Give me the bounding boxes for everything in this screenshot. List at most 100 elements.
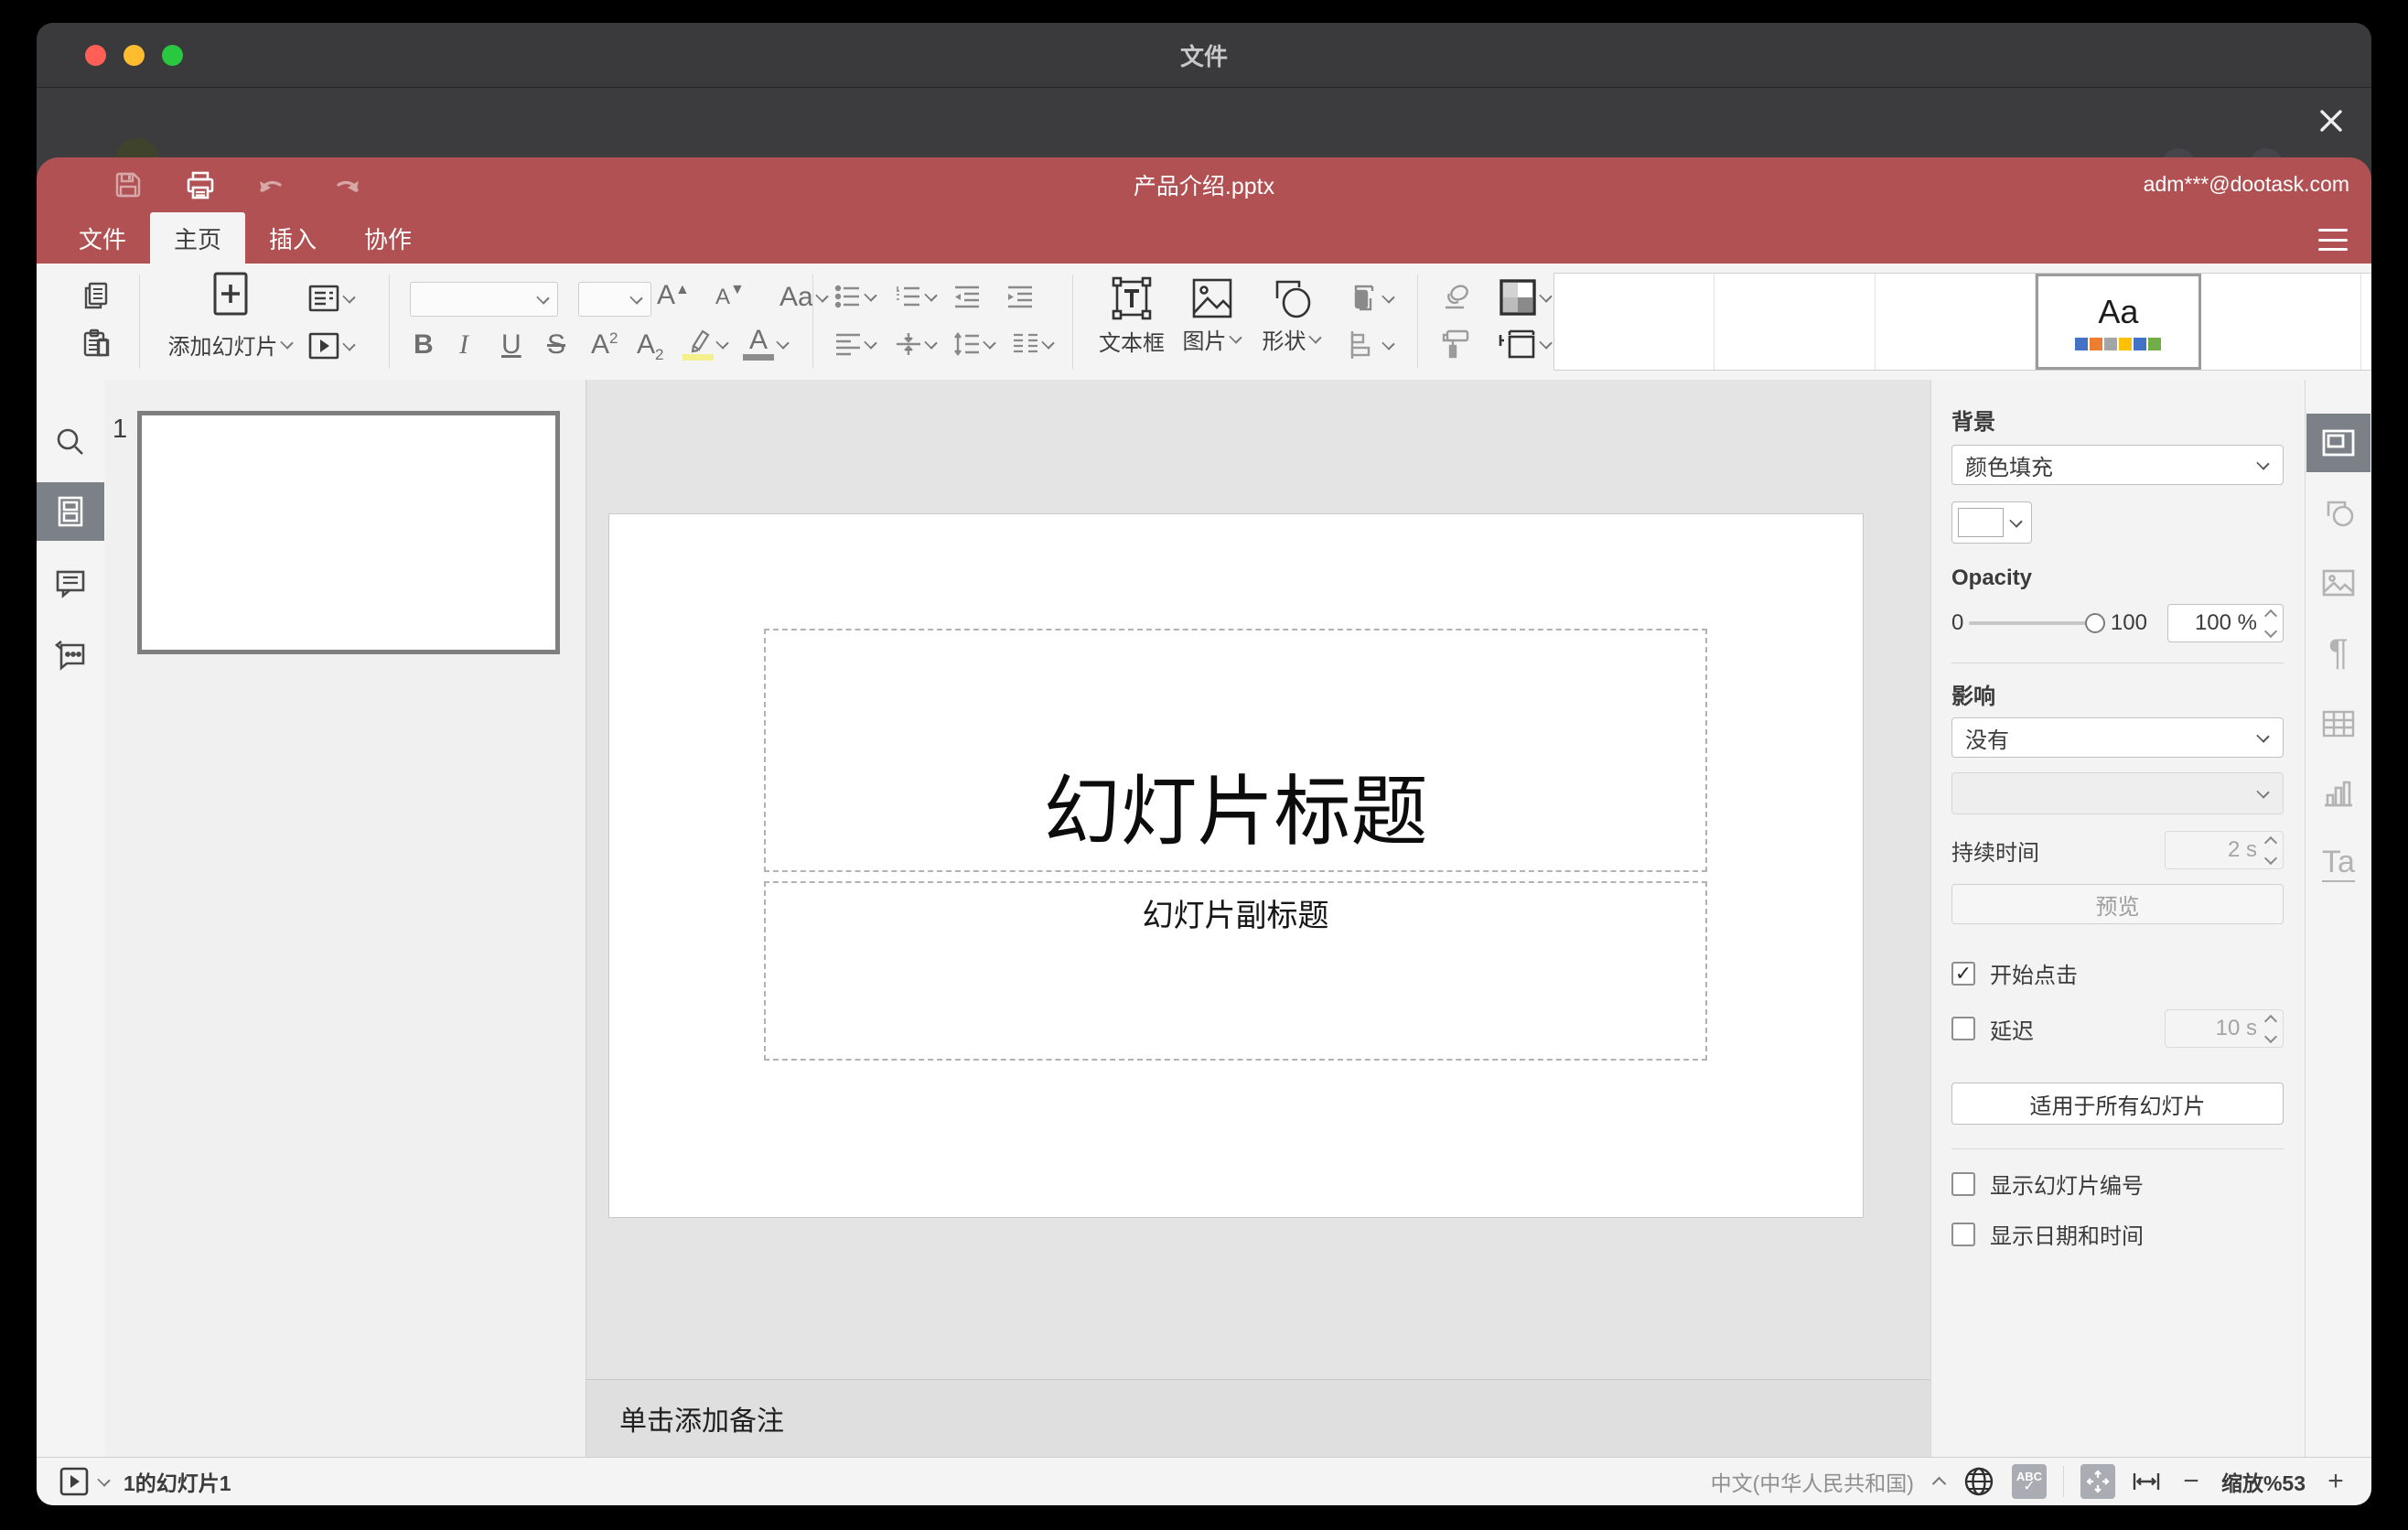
start-slideshow-button[interactable] [307, 331, 356, 361]
close-icon[interactable] [2311, 101, 2351, 141]
chevron-down-icon [97, 1472, 111, 1487]
fill-color-button[interactable] [1951, 501, 2032, 544]
theme-option[interactable] [1876, 274, 2037, 370]
theme-option[interactable] [1715, 274, 1876, 370]
underline-button[interactable]: U [501, 329, 521, 361]
chevron-down-icon [1228, 330, 1242, 344]
font-color-button[interactable]: A [743, 327, 790, 361]
effect-select[interactable]: 没有 [1951, 717, 2284, 758]
chat-icon[interactable] [37, 625, 104, 684]
theme-option-selected[interactable]: Aa [2036, 274, 2201, 370]
slide-settings-tab[interactable] [2306, 414, 2370, 472]
app-window: 文件 产品介绍.pptx adm***@dootask.com 文件 主页 插入… [37, 23, 2371, 1505]
tab-insert[interactable]: 插入 [245, 212, 340, 264]
bold-button[interactable]: B [414, 329, 434, 361]
shape-settings-tab[interactable] [2306, 484, 2370, 543]
table-settings-tab[interactable] [2306, 695, 2370, 753]
slide-fill-color-button[interactable] [1499, 278, 1553, 317]
slide-canvas[interactable]: 幻灯片标题 幻灯片副标题 [608, 513, 1864, 1218]
copy-style-icon[interactable] [1440, 328, 1473, 361]
text-art-settings-tab[interactable]: Ta [2306, 834, 2370, 892]
increase-indent-icon[interactable] [1006, 284, 1034, 309]
insert-image-button[interactable]: 图片 [1178, 275, 1246, 355]
notes-input[interactable]: 单击添加备注 [586, 1379, 1930, 1457]
slide-layout-button[interactable] [307, 284, 356, 313]
align-shapes-icon[interactable] [1347, 329, 1395, 361]
delay-checkbox[interactable] [1951, 1017, 1975, 1040]
search-icon[interactable] [37, 413, 104, 471]
fill-type-select[interactable]: 颜色填充 [1951, 445, 2284, 485]
insert-shape-button[interactable]: 形状 [1255, 275, 1328, 355]
subscript-button[interactable]: A2 [637, 329, 663, 364]
vertical-align-icon[interactable] [895, 331, 938, 357]
show-slide-number-checkbox[interactable] [1951, 1171, 1975, 1196]
fit-to-width-button[interactable] [2132, 1470, 2161, 1493]
language-label[interactable]: 中文(中华人民共和国) [1711, 1466, 1914, 1497]
columns-icon[interactable] [1012, 331, 1055, 357]
comments-icon[interactable] [37, 554, 104, 612]
slides-panel-tab[interactable] [37, 482, 104, 541]
shape-label: 形状 [1262, 329, 1306, 354]
paragraph-settings-tab[interactable]: ¶ [2306, 623, 2370, 682]
fill-color-swatch [1958, 508, 2004, 537]
chevron-down-icon [342, 289, 356, 304]
chevron-down-icon [1041, 335, 1055, 350]
arrange-shapes-icon[interactable] [1347, 282, 1395, 315]
spell-check-toggle[interactable]: ABC ✓ [2011, 1464, 2047, 1499]
change-case-icon[interactable]: Aa [779, 282, 829, 313]
start-on-click-checkbox[interactable]: ✓ [1951, 961, 1975, 986]
zoom-out-button[interactable]: − [2177, 1466, 2205, 1497]
font-name-select[interactable] [410, 282, 558, 317]
theme-option[interactable] [2201, 274, 2362, 370]
status-bar: 1的幻灯片1 中文(中华人民共和国) ABC ✓ − 缩放%53 + [37, 1457, 2371, 1505]
paste-icon[interactable] [81, 328, 112, 359]
line-spacing-icon[interactable] [953, 331, 996, 357]
textbox-label: 文本框 [1099, 331, 1165, 356]
subtitle-placeholder[interactable]: 幻灯片副标题 [764, 881, 1707, 1061]
opacity-slider-knob[interactable] [2084, 613, 2105, 633]
increase-font-icon[interactable]: A▲ [657, 280, 690, 311]
decrease-font-icon[interactable]: A▼ [715, 280, 745, 311]
theme-sample-text: Aa [2098, 292, 2139, 330]
account-email: adm***@dootask.com [2143, 172, 2349, 196]
chevron-down-icon [1539, 335, 1553, 350]
menu-icon[interactable] [2318, 229, 2348, 251]
image-settings-tab[interactable] [2306, 554, 2370, 612]
theme-color-swatch [2119, 337, 2133, 350]
italic-button[interactable]: I [459, 329, 468, 361]
apply-to-all-slides-button[interactable]: 适用于所有幻灯片 [1951, 1083, 2284, 1125]
select-tool-icon[interactable] [1440, 282, 1473, 313]
tab-home[interactable]: 主页 [150, 212, 246, 264]
tab-file[interactable]: 文件 [55, 212, 150, 264]
slide-size-button[interactable] [1499, 328, 1553, 361]
horizontal-align-icon[interactable] [834, 331, 877, 357]
chevron-down-icon [924, 287, 938, 302]
language-globe-icon[interactable] [1962, 1465, 1995, 1498]
font-size-select[interactable] [578, 282, 651, 317]
fit-to-slide-button[interactable] [2080, 1464, 2115, 1499]
copy-icon[interactable] [81, 280, 112, 311]
numbered-list-icon[interactable] [895, 284, 938, 309]
opacity-spinner[interactable]: 100 % [2166, 604, 2284, 642]
tab-collaboration[interactable]: 协作 [340, 212, 435, 264]
opacity-slider[interactable] [1969, 613, 2105, 633]
theme-gallery: Aa [1553, 273, 2371, 371]
home-toolbar: 添加幻灯片 A▲ A▼ Aa B I U S A2 A2 A 文本框 图片 形状… [37, 264, 2371, 381]
slide-thumbnail-selected[interactable] [137, 411, 560, 654]
theme-option[interactable] [1554, 274, 1715, 370]
show-date-checkbox[interactable] [1951, 1222, 1975, 1246]
add-slide-button[interactable]: 添加幻灯片 [168, 271, 294, 361]
strikethrough-button[interactable]: S [547, 329, 565, 361]
slide-title-text: 幻灯片标题 [1043, 769, 1428, 855]
effect-variant-select [1951, 772, 2284, 814]
chart-settings-tab[interactable] [2306, 764, 2370, 823]
zoom-in-button[interactable]: + [2322, 1466, 2349, 1497]
highlight-color-button[interactable] [683, 328, 729, 361]
superscript-button[interactable]: A2 [591, 329, 618, 361]
bullet-list-icon[interactable] [834, 284, 877, 309]
title-placeholder[interactable]: 幻灯片标题 [764, 629, 1707, 872]
start-slideshow-status-button[interactable] [59, 1466, 111, 1497]
decrease-indent-icon[interactable] [953, 284, 981, 309]
textbox-button[interactable]: 文本框 [1098, 275, 1166, 357]
theme-gallery-expand-button[interactable] [2361, 274, 2371, 370]
